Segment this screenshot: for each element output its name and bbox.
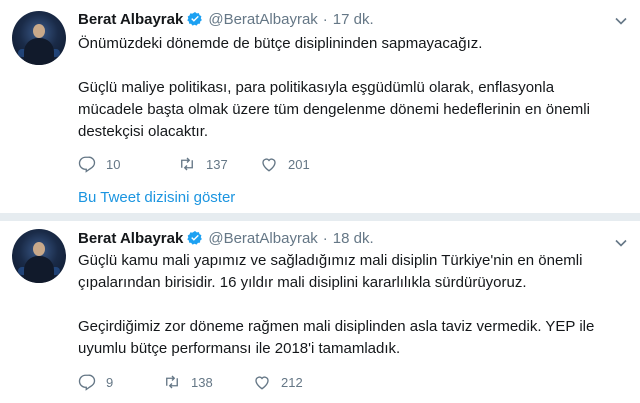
tweet-text: Güçlü kamu mali yapımız ve sağladığımız … (78, 250, 623, 360)
tweet-text: Önümüzdeki dönemde de bütçe disiplininde… (78, 33, 623, 143)
retweet-count: 138 (191, 374, 213, 390)
tweet-paragraph: Güçlü maliye politikası, para politikası… (78, 79, 590, 140)
separator-dot: · (322, 10, 328, 28)
author-name[interactable]: Berat Albayrak (78, 230, 183, 247)
show-thread-link[interactable]: Bu Tweet dizisini göster (78, 189, 235, 206)
tweet-header: Berat Albayrak @BeratAlbayrak · 18 dk. (78, 228, 374, 248)
tweet-actions: 9 138 212 (78, 370, 303, 394)
separator-dot: · (322, 229, 328, 247)
tweet-timestamp[interactable]: 18 dk. (333, 230, 374, 247)
tweet-paragraph: Önümüzdeki dönemde de bütçe disiplininde… (78, 35, 483, 52)
reply-icon (78, 374, 96, 391)
verified-badge-icon (187, 12, 203, 26)
reply-count: 10 (106, 156, 121, 172)
like-count: 201 (288, 156, 310, 172)
reply-icon (78, 156, 96, 173)
tweet-timestamp[interactable]: 17 dk. (333, 11, 374, 28)
chevron-down-icon[interactable] (614, 14, 628, 28)
tweet-paragraph: Geçirdiğimiz zor döneme rağmen mali disi… (78, 318, 595, 357)
like-button[interactable]: 212 (253, 373, 303, 391)
retweet-button[interactable]: 138 (163, 373, 253, 391)
like-button[interactable]: 201 (260, 155, 310, 173)
tweet-paragraph: Güçlü kamu mali yapımız ve sağladığımız … (78, 252, 583, 291)
heart-icon (255, 376, 269, 390)
author-handle[interactable]: @BeratAlbayrak (208, 11, 317, 28)
verified-badge-icon (187, 231, 203, 245)
tweet-actions: 10 137 201 (78, 152, 310, 176)
retweet-icon (181, 157, 193, 171)
avatar[interactable] (12, 11, 66, 65)
author-handle[interactable]: @BeratAlbayrak (208, 230, 317, 247)
avatar[interactable] (12, 229, 66, 283)
reply-button[interactable]: 10 (78, 155, 178, 173)
retweet-button[interactable]: 137 (178, 155, 260, 173)
retweet-count: 137 (206, 156, 228, 172)
reply-count: 9 (106, 374, 114, 390)
author-name[interactable]: Berat Albayrak (78, 11, 183, 28)
chevron-down-icon[interactable] (614, 236, 628, 250)
like-count: 212 (281, 374, 303, 390)
retweet-icon (166, 375, 178, 389)
heart-icon (262, 158, 276, 172)
tweet-header: Berat Albayrak @BeratAlbayrak · 17 dk. (78, 9, 374, 29)
reply-button[interactable]: 9 (78, 373, 163, 391)
